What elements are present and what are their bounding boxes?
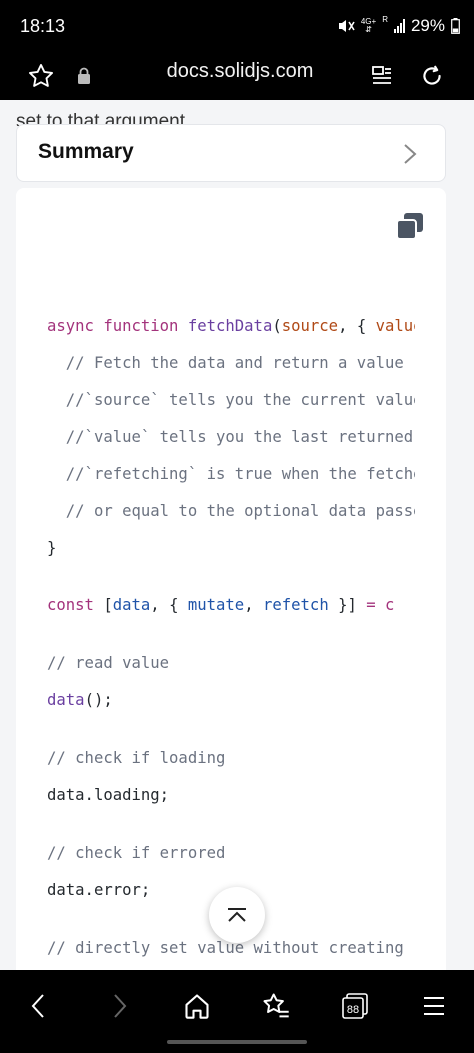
code-block: async function fetchData(source, { value… [16,188,446,970]
code-token: // directly set value without creating [47,939,404,957]
code-line: // or equal to the optional data passed [47,500,415,522]
code-line: // check if loading [47,747,225,769]
url-field[interactable]: docs.solidjs.com [150,60,330,83]
code-token: async [47,317,94,335]
chevron-up-icon [228,908,246,922]
code-token: refetch [262,596,329,614]
battery-icon [451,18,460,34]
code-token: // check if errored [47,844,226,862]
code-token: fetchData [187,317,273,335]
tabs-count: 88 [347,1004,359,1016]
code-token: mutate [187,596,245,614]
back-icon[interactable] [18,986,58,1026]
code-token: data.loading; [47,786,170,804]
code-token: data [112,596,151,614]
page-content: set to that argument Summary async funct… [0,100,474,970]
code-line: //`refetching` is true when the fetcher [47,463,415,485]
code-line: // Fetch the data and return a value [47,352,404,374]
battery-percent: 29% [410,16,445,35]
code-token: }] [328,596,367,614]
code-token: function [103,317,179,335]
menu-icon[interactable] [414,986,454,1026]
code-token: data.error; [47,881,151,899]
code-token: // check if loading [47,749,226,767]
lock-icon [66,58,102,94]
copy-icon[interactable] [396,212,424,240]
chevron-right-icon [404,144,417,164]
code-line: //`source` tells you the current value [47,389,415,411]
status-bar: 18:13 4G+ ⇵ R 29% [0,0,474,52]
code-token: } [47,539,57,557]
code-content: async function fetchData(source, { value… [47,188,415,970]
address-bar: docs.solidjs.com [0,52,474,100]
code-token: const [47,596,94,614]
code-token: (); [84,691,113,709]
summary-toggle[interactable]: Summary [16,124,446,182]
code-line: // read value [47,652,169,674]
scroll-to-top-button[interactable] [209,887,265,943]
code-token: // Fetch the data and return a value [47,354,404,372]
code-line: data.error; [47,879,150,901]
code-token: // or equal to the optional data passed [47,502,415,520]
data-arrows-icon: ⇵ [365,25,372,34]
status-time: 18:13 [20,16,66,36]
summary-title: Summary [38,140,134,163]
code-token: , [244,596,263,614]
code-token: //`value` tells you the last returned [47,428,414,446]
star-icon[interactable] [23,58,59,94]
code-token: , { [150,596,188,614]
code-token: , { [338,317,376,335]
code-token: data [47,691,85,709]
code-token: = c [366,596,395,614]
tabs-icon[interactable]: 88 [335,986,375,1026]
code-token: value [375,317,415,335]
mute-icon [338,20,355,32]
reload-icon[interactable] [414,58,450,94]
bookmarks-icon[interactable] [256,986,296,1026]
code-token: //`refetching` is true when the fetcher [47,465,415,483]
roaming-indicator: R [382,15,388,24]
home-icon[interactable] [177,986,217,1026]
code-line: data(); [47,689,113,711]
code-line: data.loading; [47,784,169,806]
code-line: const [data, { mutate, refetch }] = c [47,594,394,616]
reader-mode-icon[interactable] [364,58,400,94]
code-token: //`source` tells you the current value [47,391,415,409]
code-line: } [47,537,56,559]
code-line: async function fetchData(source, { value [47,315,415,337]
code-token: // read value [47,654,170,672]
code-line: // check if errored [47,842,225,864]
code-token: ( [272,317,282,335]
home-indicator[interactable] [167,1040,307,1044]
forward-icon[interactable] [100,986,140,1026]
signal-icon [393,19,405,33]
status-icons: 4G+ ⇵ R 29% [337,16,460,36]
code-token: source [281,317,339,335]
code-token: [ [93,596,113,614]
code-line: //`value` tells you the last returned [47,426,413,448]
